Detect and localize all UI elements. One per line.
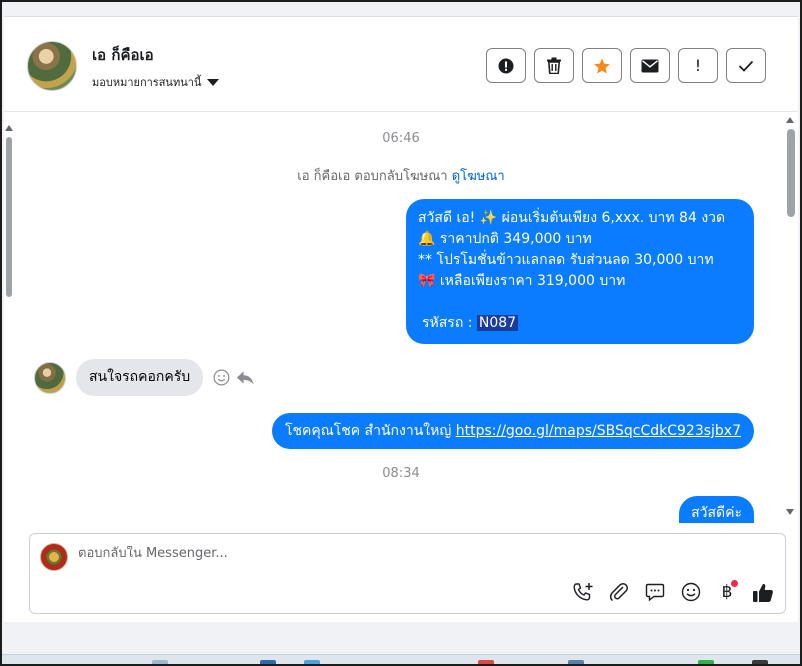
- car-code-highlight: N087: [476, 315, 519, 331]
- incoming-message[interactable]: สนใจรถคอกครับ: [76, 359, 204, 396]
- emoji-button[interactable]: [679, 580, 703, 604]
- contact-name[interactable]: เอ ก็คือเอ: [92, 43, 154, 67]
- timestamp: 06:46: [382, 131, 420, 146]
- paperclip-icon: [609, 582, 629, 602]
- trash-icon: [547, 57, 561, 74]
- timestamp: 08:34: [382, 466, 420, 481]
- mark-done-button[interactable]: [726, 48, 766, 83]
- left-scroll-up-arrow[interactable]: [5, 125, 13, 131]
- outgoing-message[interactable]: สวัสดีค่ะ: [679, 496, 754, 523]
- star-button[interactable]: [582, 48, 622, 83]
- assign-conversation-dropdown[interactable]: มอบหมายการสนทนานี้: [92, 73, 220, 91]
- reply-icon[interactable]: [236, 370, 255, 386]
- left-scrollbar-thumb[interactable]: [6, 137, 12, 297]
- reply-input[interactable]: [78, 546, 728, 561]
- notification-dot: [731, 580, 738, 587]
- emoji-icon: [681, 582, 701, 602]
- taskbar-app-icon[interactable]: [698, 660, 714, 664]
- message-line: สวัสดี เอ! ✨ ผ่อนเริ่มต้นเพียง 6,xxx. บา…: [418, 210, 726, 226]
- page-avatar: [40, 543, 68, 571]
- assign-label: มอบหมายการสนทนานี้: [92, 76, 202, 89]
- priority-button[interactable]: !: [678, 48, 718, 83]
- conversation-header: เอ ก็คือเอ มอบหมายการสนทนานี้ !: [4, 17, 798, 112]
- message-reactions: [213, 369, 255, 386]
- chat-bubble-icon: [645, 583, 665, 602]
- ad-reply-text: เอ ก็คือเอ ตอบกลับโฆษณา: [297, 169, 448, 184]
- reply-composer: ฿: [29, 533, 786, 614]
- contact-avatar[interactable]: [27, 41, 77, 91]
- taskbar-app-icon[interactable]: [260, 660, 276, 664]
- taskbar-app-icon[interactable]: [304, 660, 320, 664]
- report-button[interactable]: [486, 48, 526, 83]
- taskbar-app-icon[interactable]: [568, 660, 584, 664]
- attach-button[interactable]: [607, 580, 631, 604]
- scroll-down-arrow[interactable]: [786, 509, 794, 515]
- taskbar-strip: [2, 654, 800, 664]
- call-button[interactable]: [571, 580, 595, 604]
- ad-reply-note: เอ ก็คือเอ ตอบกลับโฆษณา ดูโฆษณา: [4, 165, 798, 186]
- composer-tools: ฿: [571, 580, 775, 604]
- conversation-panel: เอ ก็คือเอ มอบหมายการสนทนานี้ ! 06:46 เอ…: [4, 16, 798, 622]
- thumbs-up-icon: [753, 583, 773, 602]
- car-code-label: รหัสรถ :: [422, 315, 473, 331]
- mark-unread-button[interactable]: [630, 48, 670, 83]
- scroll-up-arrow[interactable]: [786, 117, 794, 123]
- incoming-message-row: สนใจรถคอกครับ: [34, 359, 255, 396]
- message-line: ** โปรโมชั่นข้าวแลกลด รับส่วนลด 30,000 บ…: [418, 252, 714, 268]
- sender-avatar[interactable]: [34, 361, 66, 394]
- message-thread[interactable]: 06:46 เอ ก็คือเอ ตอบกลับโฆษณา ดูโฆษณา สว…: [4, 113, 798, 523]
- star-icon: [594, 58, 610, 73]
- message-text: โชคคุณโชค สำนักงานใหญ่: [284, 423, 452, 439]
- outgoing-message[interactable]: โชคคุณโชค สำนักงานใหญ่ https://goo.gl/ma…: [271, 413, 754, 449]
- like-button[interactable]: [751, 580, 775, 604]
- phone-plus-icon: [573, 583, 593, 601]
- message-line: 🔔 ราคาปกติ 349,000 บาท: [418, 231, 592, 247]
- caret-down-icon: [207, 78, 220, 86]
- envelope-icon: [641, 59, 659, 72]
- exclamation-icon: !: [694, 56, 702, 75]
- taskbar-app-icon[interactable]: [478, 660, 494, 664]
- message-line: 🎀 เหลือเพียงราคา 319,000 บาท: [418, 273, 626, 289]
- message-line: รหัสรถ : N087: [418, 313, 742, 334]
- taskbar-app-icon[interactable]: [752, 660, 768, 664]
- maps-link[interactable]: https://goo.gl/maps/SBSqcCdkC923sjbx7: [456, 423, 741, 439]
- messenger-window: เอ ก็คือเอ มอบหมายการสนทนานี้ ! 06:46 เอ…: [0, 0, 802, 666]
- outgoing-message[interactable]: สวัสดี เอ! ✨ ผ่อนเริ่มต้นเพียง 6,xxx. บา…: [406, 199, 754, 344]
- view-ad-link[interactable]: ดูโฆษณา: [452, 169, 505, 184]
- report-icon: [498, 58, 514, 73]
- saved-replies-button[interactable]: [643, 580, 667, 604]
- emoji-react-icon[interactable]: [213, 369, 230, 386]
- scrollbar-thumb[interactable]: [787, 129, 795, 217]
- header-actions: !: [486, 48, 766, 83]
- taskbar-app-icon[interactable]: [152, 660, 168, 664]
- delete-button[interactable]: [534, 48, 574, 83]
- payment-button[interactable]: ฿: [715, 580, 739, 604]
- check-icon: [738, 60, 754, 72]
